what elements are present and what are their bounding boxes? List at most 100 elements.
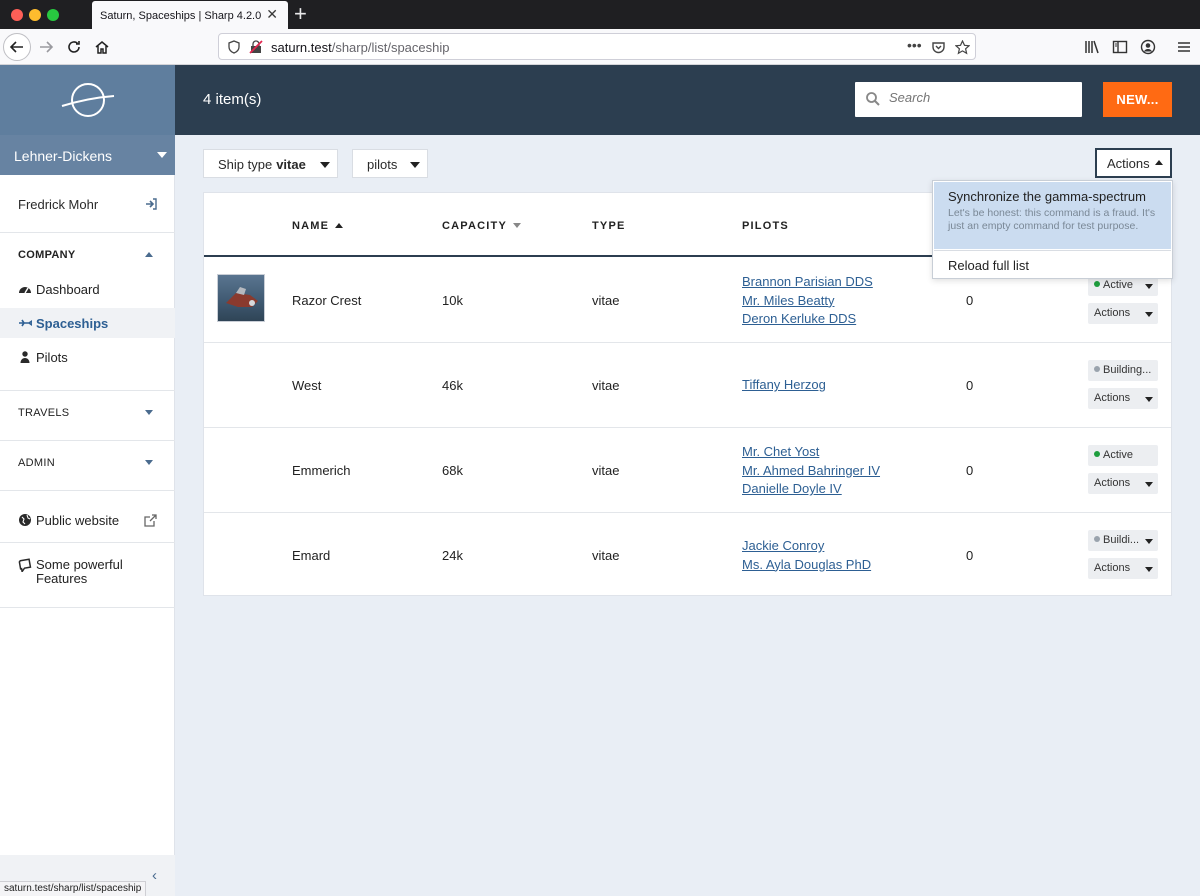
- cell-pilots: Tiffany Herzog: [742, 376, 826, 395]
- company-selector[interactable]: Lehner-Dickens: [0, 135, 175, 175]
- cell-name: Emard: [292, 548, 331, 563]
- cell-type: vitae: [592, 548, 620, 563]
- new-tab-button[interactable]: +: [294, 2, 307, 26]
- forward-button[interactable]: [32, 33, 60, 61]
- pilot-link[interactable]: Mr. Miles Beatty: [742, 292, 873, 311]
- menu-item-label: Synchronize the gamma-spectrum: [948, 189, 1146, 204]
- search-input[interactable]: [889, 90, 1069, 105]
- divider: [0, 440, 175, 441]
- actions-label: Actions: [1107, 156, 1150, 171]
- pilots-filter[interactable]: pilots: [352, 149, 428, 178]
- pilot-link[interactable]: Deron Kerluke DDS: [742, 310, 873, 329]
- list-header: 4 item(s) NEW...: [175, 65, 1200, 135]
- sidebar-item-features[interactable]: Some powerful Features: [0, 550, 175, 600]
- status-url: saturn.test/sharp/list/spaceship: [0, 881, 147, 896]
- section-admin[interactable]: ADMIN: [18, 457, 55, 469]
- browser-tab[interactable]: Saturn, Spaceships | Sharp 4.2.0 ✕: [92, 1, 288, 29]
- close-window-button[interactable]: [11, 9, 23, 21]
- reload-button[interactable]: [60, 33, 88, 61]
- status-dot: [1094, 451, 1100, 457]
- pilot-link[interactable]: Jackie Conroy: [742, 537, 871, 556]
- menu-item-synchronize[interactable]: Synchronize the gamma-spectrum Let's be …: [934, 182, 1171, 249]
- cell-capacity: 68k: [442, 463, 463, 478]
- row-actions-button[interactable]: Actions: [1088, 473, 1158, 494]
- section-travels[interactable]: TRAVELS: [18, 407, 69, 419]
- chevron-down-icon: [1145, 397, 1153, 402]
- sidebar-toggle-icon[interactable]: [1112, 39, 1128, 55]
- arrow-right-icon: [40, 41, 54, 53]
- cell-pilots: Brannon Parisian DDS Mr. Miles Beatty De…: [742, 273, 873, 329]
- insecure-lock-icon: [249, 40, 263, 54]
- chevron-down-icon: [1145, 312, 1153, 317]
- back-button[interactable]: [3, 33, 31, 61]
- column-header-name[interactable]: NAME: [292, 220, 344, 232]
- app-logo[interactable]: [0, 65, 175, 135]
- bookmark-star-icon[interactable]: [955, 40, 970, 55]
- minimize-window-button[interactable]: [29, 9, 41, 21]
- chevron-down-icon: [157, 152, 167, 158]
- menu-item-label: Reload full list: [948, 258, 1029, 273]
- column-header-capacity[interactable]: CAPACITY: [442, 220, 522, 232]
- pocket-icon[interactable]: [931, 40, 946, 55]
- sidebar-item-label: Features: [36, 571, 88, 586]
- pilot-link[interactable]: Mr. Ahmed Bahringer IV: [742, 462, 880, 481]
- cell-count: 0: [966, 293, 974, 308]
- sidebar-item-label: Pilots: [36, 350, 68, 365]
- cell-name: Emmerich: [292, 463, 351, 478]
- divider: [0, 542, 175, 543]
- close-tab-icon[interactable]: ✕: [266, 6, 278, 23]
- more-icon[interactable]: •••: [907, 37, 922, 53]
- row-actions-button[interactable]: Actions: [1088, 303, 1158, 324]
- filter-label: pilots: [367, 157, 398, 172]
- account-icon[interactable]: [1140, 39, 1156, 55]
- divider: [0, 390, 175, 391]
- table-row[interactable]: Emard 24k vitae Jackie Conroy Ms. Ayla D…: [204, 513, 1171, 598]
- chevron-up-icon[interactable]: [145, 252, 153, 257]
- pilot-link[interactable]: Tiffany Herzog: [742, 376, 826, 395]
- list-actions-button[interactable]: Actions: [1095, 148, 1172, 178]
- state-button[interactable]: Buildi...: [1088, 530, 1158, 551]
- hamburger-menu-icon[interactable]: [1176, 39, 1192, 55]
- shield-icon: [228, 40, 240, 54]
- sidebar-item-pilots[interactable]: Pilots: [0, 342, 175, 372]
- pilot-link[interactable]: Brannon Parisian DDS: [742, 273, 873, 292]
- reload-icon: [68, 41, 80, 53]
- row-actions-button[interactable]: Actions: [1088, 558, 1158, 579]
- chevron-down-icon[interactable]: [145, 460, 153, 465]
- filter-label: Ship type: [218, 157, 273, 172]
- pilot-link[interactable]: Mr. Chet Yost: [742, 443, 880, 462]
- maximize-window-button[interactable]: [47, 9, 59, 21]
- row-actions-button[interactable]: Actions: [1088, 388, 1158, 409]
- ship-type-filter[interactable]: Ship type vitae: [203, 149, 338, 178]
- chevron-up-icon: [1155, 160, 1163, 165]
- table-row[interactable]: West 46k vitae Tiffany Herzog 0 Building…: [204, 343, 1171, 428]
- browser-titlebar: Saturn, Spaceships | Sharp 4.2.0 ✕ +: [0, 0, 1200, 29]
- pilot-link[interactable]: Danielle Doyle IV: [742, 480, 880, 499]
- sidebar-item-dashboard[interactable]: Dashboard: [0, 274, 175, 304]
- cell-type: vitae: [592, 293, 620, 308]
- section-company[interactable]: COMPANY: [18, 249, 76, 261]
- state-button[interactable]: Building...: [1088, 360, 1158, 381]
- chevron-down-icon[interactable]: [145, 410, 153, 415]
- pilot-link[interactable]: Ms. Ayla Douglas PhD: [742, 556, 871, 575]
- table-row[interactable]: Emmerich 68k vitae Mr. Chet Yost Mr. Ahm…: [204, 428, 1171, 513]
- sidebar-item-label: Dashboard: [36, 282, 100, 297]
- home-button[interactable]: [88, 33, 116, 61]
- chevron-left-icon[interactable]: ‹: [152, 867, 157, 884]
- menu-item-reload[interactable]: Reload full list: [934, 250, 1171, 278]
- sidebar-item-spaceships[interactable]: Spaceships: [0, 308, 175, 338]
- sidebar-item-label: Public website: [36, 513, 120, 528]
- column-header-type: TYPE: [592, 220, 626, 232]
- sidebar-item-label: Some powerful: [36, 557, 123, 572]
- new-button[interactable]: NEW...: [1103, 82, 1172, 117]
- search-box[interactable]: [855, 82, 1082, 117]
- sidebar-item-public-website[interactable]: Public website: [0, 505, 175, 535]
- library-icon[interactable]: [1084, 39, 1100, 55]
- search-icon: [866, 92, 880, 106]
- sort-asc-icon: [335, 223, 344, 228]
- cell-name: West: [292, 378, 322, 393]
- logout-icon[interactable]: [145, 198, 157, 210]
- state-button[interactable]: Active: [1088, 445, 1158, 466]
- url-bar[interactable]: saturn.test/sharp/list/spaceship •••: [218, 33, 976, 60]
- sidebar-item-label: Spaceships: [36, 316, 109, 331]
